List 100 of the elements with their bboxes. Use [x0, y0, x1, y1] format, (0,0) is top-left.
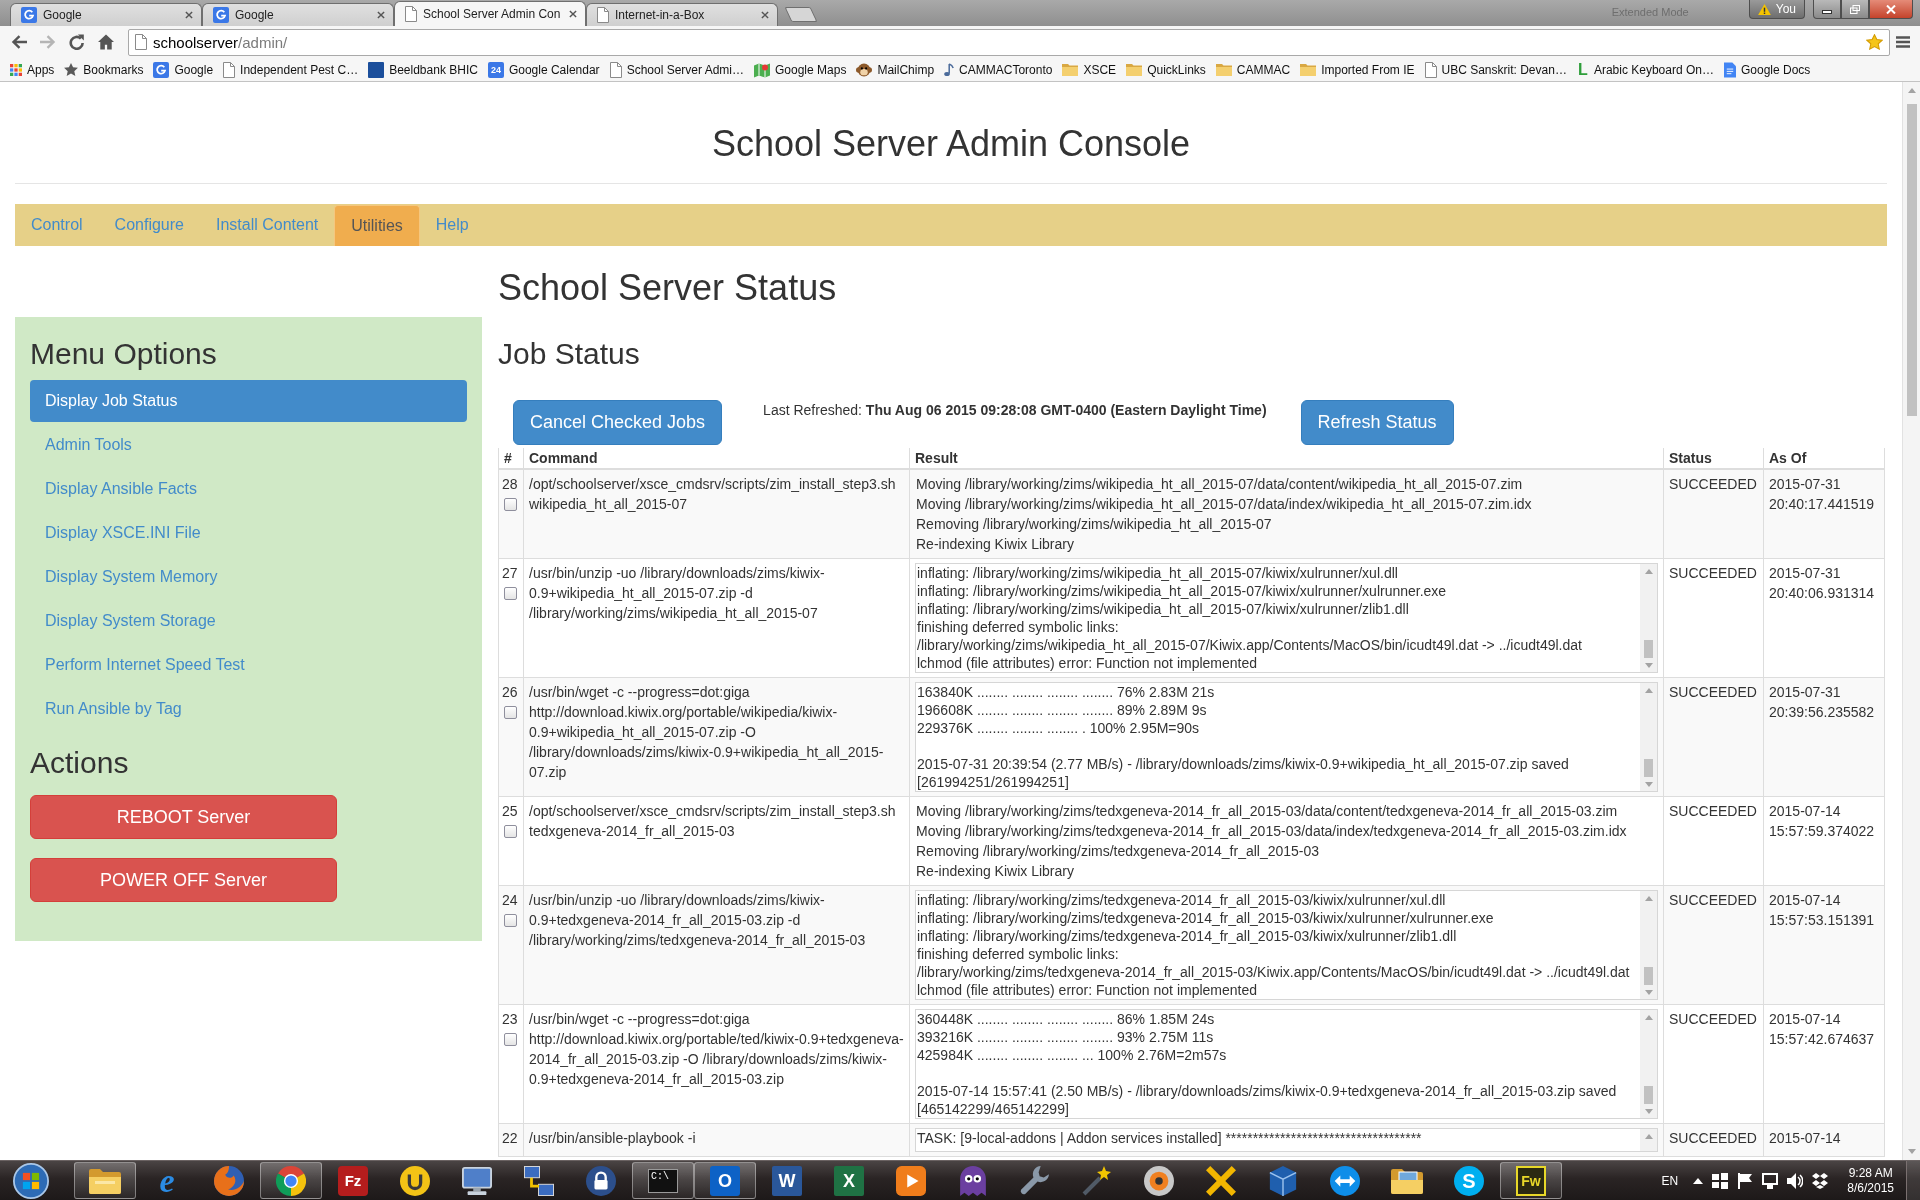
log-textarea[interactable]: TASK: [9-local-addons | Addon services installed] ************************************ [915, 1128, 1658, 1152]
taskbar-button[interactable]: Fw [1500, 1162, 1562, 1199]
bookmark-item[interactable]: Bookmarks [59, 59, 149, 80]
home-icon[interactable] [97, 34, 114, 50]
checkbox[interactable] [504, 1033, 517, 1046]
bookmark-item[interactable]: UBC Sanskrit: Devan… [1419, 59, 1572, 80]
checkbox[interactable] [504, 587, 517, 600]
speaker-icon[interactable] [1787, 1172, 1804, 1189]
address-field[interactable]: schoolserver/admin/ [128, 28, 1890, 56]
textarea-scrollbar[interactable] [1640, 683, 1657, 791]
bookmark-item[interactable]: CAMMACToronto [939, 59, 1058, 80]
close-icon[interactable] [377, 11, 385, 19]
bookmark-item[interactable]: School Server Admi… [604, 59, 749, 80]
folder-icon [1126, 63, 1143, 76]
profile-button[interactable]: You [1748, 0, 1805, 19]
refresh-button[interactable]: Refresh Status [1300, 400, 1454, 445]
status-cell: SUCCEEDED [1663, 677, 1764, 797]
restore-button[interactable] [1841, 0, 1869, 19]
wrench-icon [1020, 1165, 1050, 1196]
log-line: inflating: /library/working/zims/tedxgeneva-2014_fr_all_2015-03/kiwix/xulrunner/xul.dll [917, 891, 1446, 909]
text-document-icon [1723, 61, 1736, 78]
taskbar-button[interactable] [260, 1162, 322, 1199]
browser-tab[interactable]: Internet-in-a-Box [586, 3, 778, 26]
taskbar-button[interactable] [74, 1162, 136, 1199]
browser-tab[interactable]: Google [10, 3, 202, 26]
log-line: 196608K ........ ........ ........ ........ 89% 2.89M 9s [917, 701, 1207, 719]
close-icon[interactable] [761, 11, 769, 19]
browser-tab[interactable]: Google [202, 3, 394, 26]
action-button[interactable]: REBOOT Server [30, 795, 337, 839]
close-icon [1886, 4, 1896, 14]
taskbar-button[interactable]: X [818, 1162, 880, 1199]
taskbar-button[interactable]: O [694, 1162, 756, 1199]
bookmark-item[interactable]: MailChimp [851, 59, 940, 80]
log-line: 425984K ........ ........ ........ ... 100% 2.76M=2m57s [917, 1046, 1227, 1064]
log-textarea[interactable] [915, 890, 1658, 1000]
document-icon [609, 61, 622, 78]
monitor-icon[interactable] [1762, 1172, 1779, 1189]
action-button[interactable]: POWER OFF Server [30, 858, 337, 902]
bookmark-item[interactable]: QuickLinks [1121, 59, 1211, 80]
clock-button[interactable]: 9:28 AM 8/6/2015 [1843, 1165, 1898, 1196]
bookmark-item[interactable]: Independent Pest C… [218, 59, 364, 80]
textarea-scrollbar[interactable] [1640, 1129, 1657, 1151]
browser-tab[interactable]: School Server Admin Con [394, 1, 586, 26]
checkbox[interactable] [504, 706, 517, 719]
flag-icon[interactable] [1737, 1172, 1754, 1189]
textarea-scrollbar[interactable] [1640, 1010, 1657, 1118]
star-icon[interactable] [1866, 34, 1883, 50]
result-line: Moving /library/working/zims/tedxgeneva-2014_fr_all_2015-03/data/content/tedxgeneva-2014_fr_all_2015-03.zim [915, 802, 1618, 821]
favicon-icon [21, 7, 37, 23]
log-textarea[interactable] [915, 563, 1658, 673]
show-desktop-button[interactable] [1906, 1161, 1920, 1200]
row-number: 22 [502, 1129, 518, 1148]
log-textarea[interactable] [915, 682, 1658, 792]
page-scrollbar[interactable] [1902, 82, 1920, 1160]
bookmark-item[interactable]: L Arabic Keyboard On… [1571, 59, 1719, 80]
language-indicator[interactable]: EN [1661, 1173, 1679, 1188]
calendar-icon: 24 [487, 61, 504, 78]
bookmark-item[interactable]: XSCE [1057, 59, 1122, 80]
close-button[interactable] [1869, 0, 1913, 19]
caret-up-icon[interactable] [1693, 1177, 1704, 1184]
diamonds-icon[interactable] [1812, 1172, 1829, 1189]
bookmark-item[interactable]: Google Docs [1718, 59, 1816, 80]
close-icon[interactable] [569, 10, 577, 18]
back-arrow-icon[interactable] [10, 34, 27, 50]
bookmark-item[interactable]: Imported From IE [1295, 59, 1420, 80]
textarea-scrollbar[interactable] [1640, 564, 1657, 672]
taskbar-button[interactable]: Fz [322, 1162, 384, 1199]
cancel-jobs-button[interactable]: Cancel Checked Jobs [513, 400, 723, 445]
star-icon [64, 63, 79, 76]
textarea-scrollbar[interactable] [1640, 891, 1657, 999]
timestamp-cell: 2015-07-14 15:57:42.674637 [1763, 1004, 1885, 1124]
command-cell: /usr/bin/wget -c --progress=dot:giga http://download.kiwix.org/portable/ted/kiwix-0.9+tedxgeneva-2014_fr_all_2015-03.zip -O /library/downloads/zims/kiwix-0.9+tedxgeneva-2014_fr_all_2015-03.zip [523, 1004, 910, 1124]
row-number: 24 [502, 891, 518, 910]
bookmark-item[interactable]: Apps [5, 59, 60, 80]
command-cell: /opt/schoolserver/xsce_cmdsrv/scripts/zim_install_step3.sh tedxgeneva-2014_fr_all_2015-03 [523, 796, 910, 886]
checkbox[interactable] [504, 914, 517, 927]
checkbox[interactable] [504, 498, 517, 511]
status-cell: SUCCEEDED [1663, 558, 1764, 678]
reload-icon[interactable] [68, 34, 85, 50]
bookmark-item[interactable]: Google Maps [749, 59, 852, 80]
taskbar-button[interactable]: W [756, 1162, 818, 1199]
window-grid-icon[interactable] [1712, 1172, 1729, 1189]
result-line: Removing /library/working/zims/wikipedia_ht_all_2015-07 [915, 515, 1272, 534]
folder-icon [1215, 63, 1232, 76]
checkbox[interactable] [504, 825, 517, 838]
letter-tile-icon: O [710, 1165, 740, 1196]
log-line: inflating: /library/working/zims/wikipedia_ht_all_2015-07/kiwix/xulrunner/zlib1.dll [917, 600, 1409, 618]
menu-icon[interactable] [1896, 36, 1910, 48]
menu-item[interactable]: Display Job Status [30, 380, 467, 422]
nav-tab[interactable]: Utilities [334, 205, 420, 246]
taskbar-button[interactable]: C:\ [632, 1162, 694, 1199]
close-icon[interactable] [185, 11, 193, 19]
bookmark-item[interactable]: CAMMAC [1210, 59, 1296, 80]
bookmark-item[interactable]: Google [148, 59, 219, 80]
command-cell: /usr/bin/unzip -uo /library/downloads/zims/kiwix-0.9+tedxgeneva-2014_fr_all_2015-03.zip -d /library/working/zims/tedxgeneva-2014_fr_all_2015-03 [523, 885, 910, 1005]
minimize-button[interactable] [1813, 0, 1841, 19]
bookmark-item[interactable]: Beeldbank BHIC [363, 59, 483, 80]
log-textarea[interactable] [915, 1009, 1658, 1119]
taskbar-button[interactable]: e [136, 1162, 198, 1199]
bookmark-item[interactable]: 24 Google Calendar [482, 59, 605, 80]
